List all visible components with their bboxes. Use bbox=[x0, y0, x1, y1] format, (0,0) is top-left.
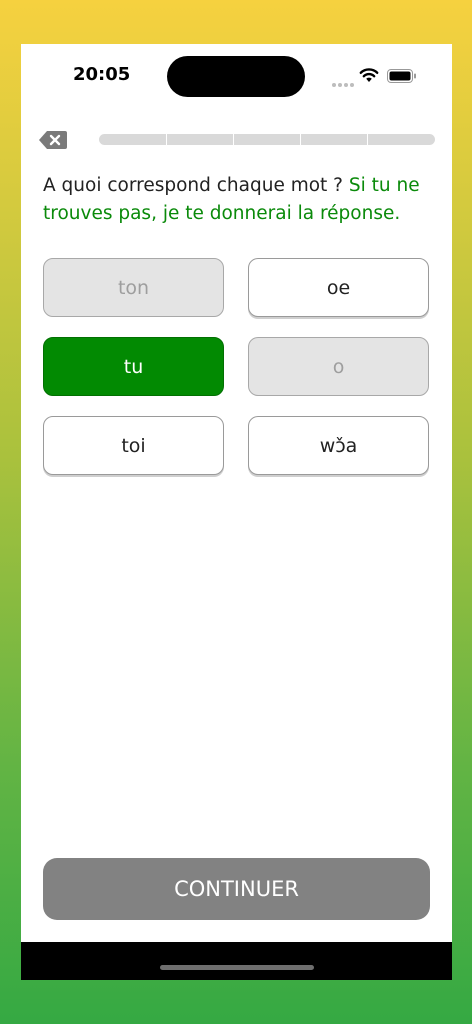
backspace-icon bbox=[39, 131, 67, 149]
status-bar: 20:05 bbox=[21, 44, 452, 106]
status-time: 20:05 bbox=[73, 64, 131, 85]
question-text: A quoi correspond chaque mot ? bbox=[43, 175, 344, 196]
battery-icon bbox=[387, 69, 416, 83]
back-button[interactable] bbox=[38, 130, 68, 150]
answer-card-ton[interactable]: ton bbox=[43, 258, 224, 317]
answer-card-oe[interactable]: oe bbox=[248, 258, 429, 317]
answer-card-o[interactable]: o bbox=[248, 337, 429, 396]
progress-bar bbox=[99, 134, 435, 145]
wifi-icon bbox=[359, 68, 379, 82]
dynamic-island bbox=[167, 56, 305, 97]
phone-screen: 20:05 A quoi correspond chaque mot ? Si … bbox=[21, 44, 452, 980]
answer-card-toi[interactable]: toi bbox=[43, 416, 224, 475]
question-prompt: A quoi correspond chaque mot ? Si tu ne … bbox=[43, 172, 438, 228]
home-area bbox=[21, 942, 452, 980]
continue-button[interactable]: CONTINUER bbox=[43, 858, 430, 920]
home-indicator[interactable] bbox=[160, 965, 314, 970]
answer-card-tu[interactable]: tu bbox=[43, 337, 224, 396]
signal-icon bbox=[332, 72, 356, 91]
answer-card-woa[interactable]: wɔ̌a bbox=[248, 416, 429, 475]
